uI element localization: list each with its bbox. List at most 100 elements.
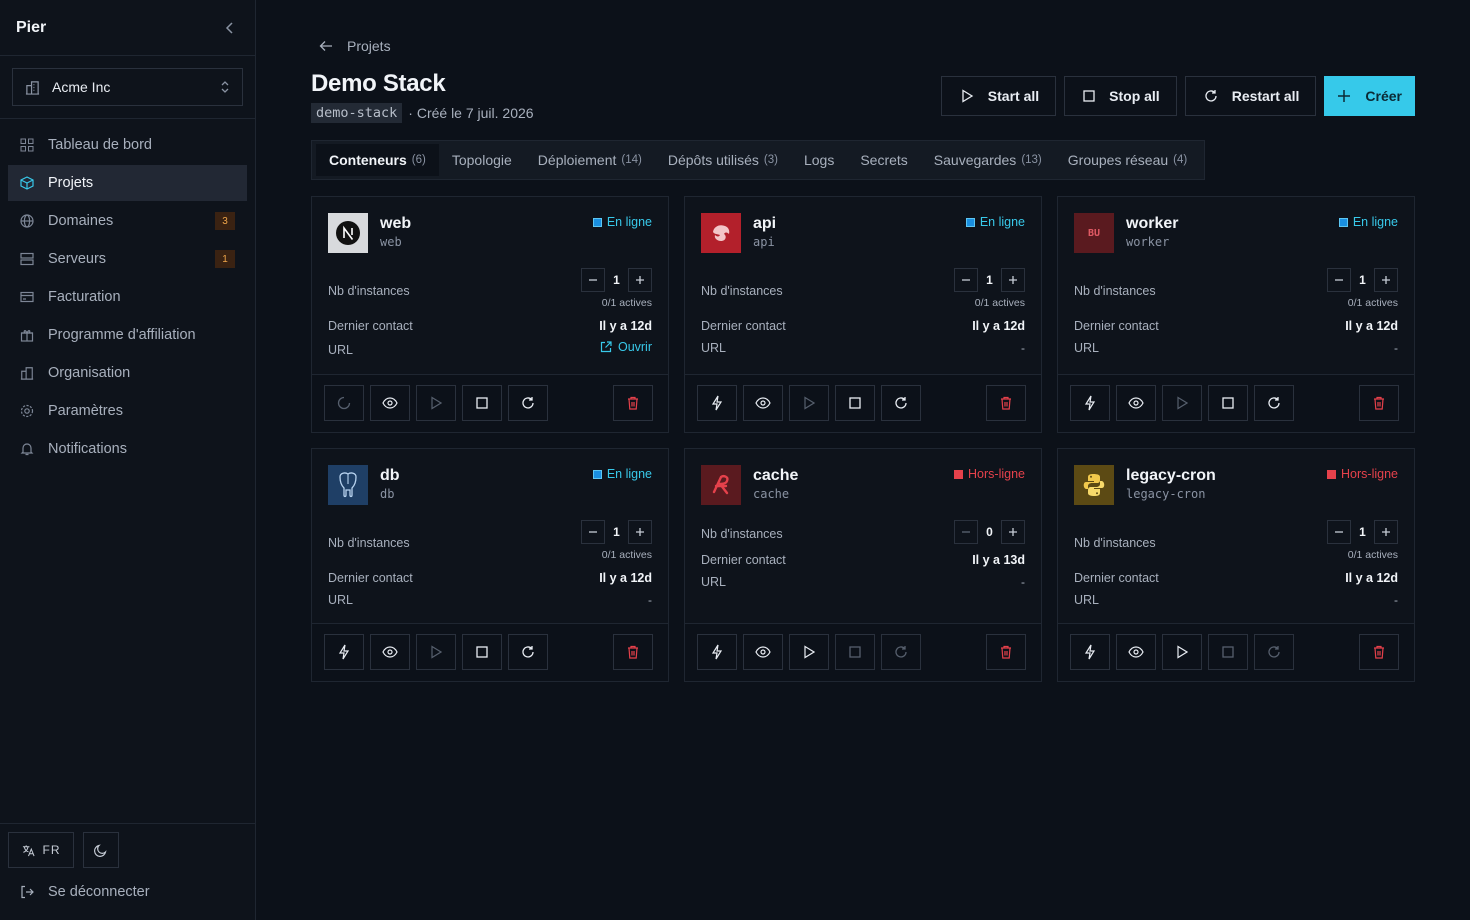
language-switch-button[interactable]: FR — [8, 832, 74, 868]
delete-button[interactable] — [986, 634, 1026, 670]
sidebar-item-label: Organisation — [48, 365, 131, 381]
view-button[interactable] — [370, 634, 410, 670]
external-link-icon — [600, 341, 612, 353]
instances-label: Nb d'instances — [1074, 536, 1156, 550]
url-label: URL — [328, 343, 354, 357]
logout-button[interactable]: Se déconnecter — [20, 884, 150, 900]
sidebar-item-dashboard[interactable]: Tableau de bord — [8, 127, 247, 163]
brand-logo: Pier — [16, 18, 47, 36]
increment-button[interactable] — [628, 268, 652, 292]
restart-button[interactable] — [1254, 634, 1294, 670]
play-icon — [1176, 645, 1188, 659]
status-label: Hors-ligne — [968, 467, 1025, 481]
sidebar-item-notifications[interactable]: Notifications — [8, 431, 247, 467]
status-dot — [592, 469, 602, 479]
view-button[interactable] — [743, 634, 783, 670]
last-contact-value: Il y a 12d — [599, 319, 652, 333]
increment-button[interactable] — [1374, 268, 1398, 292]
sidebar-item-affiliate[interactable]: Programme d'affiliation — [8, 317, 247, 353]
tab-containers[interactable]: Conteneurs (6) — [316, 144, 439, 176]
tab-topology[interactable]: Topologie — [439, 144, 525, 176]
tab-repositories[interactable]: Dépôts utilisés (3) — [655, 144, 791, 176]
page-title: Demo Stack — [311, 70, 446, 97]
decrement-button[interactable] — [581, 520, 605, 544]
tab-count: (4) — [1173, 154, 1188, 166]
tab-deployment[interactable]: Déploiement (14) — [525, 144, 655, 176]
start-button[interactable] — [1162, 634, 1202, 670]
view-button[interactable] — [1116, 385, 1156, 421]
instances-stepper: 1 — [581, 520, 652, 544]
sidebar-item-projects[interactable]: Projets — [8, 165, 247, 201]
delete-button[interactable] — [1359, 385, 1399, 421]
sidebar-item-billing[interactable]: Facturation — [8, 279, 247, 315]
status-dot — [1338, 217, 1348, 227]
org-switcher[interactable]: Acme Inc — [12, 68, 243, 106]
start-button[interactable] — [416, 634, 456, 670]
start-button[interactable] — [1162, 385, 1202, 421]
bell-icon — [20, 442, 34, 456]
status-badge: En ligne — [1338, 215, 1398, 229]
play-icon — [430, 645, 442, 659]
sidebar-item-servers[interactable]: Serveurs 1 — [8, 241, 247, 277]
play-icon — [803, 396, 815, 410]
tab-backups[interactable]: Sauvegardes (13) — [921, 144, 1055, 176]
restart-button[interactable] — [508, 385, 548, 421]
decrement-button[interactable] — [954, 268, 978, 292]
tab-logs[interactable]: Logs — [791, 144, 847, 176]
deploy-button[interactable] — [1070, 634, 1110, 670]
status-label: En ligne — [606, 467, 652, 481]
status-label: En ligne — [979, 215, 1025, 229]
eye-icon — [1128, 397, 1144, 409]
open-url-link[interactable]: Ouvrir — [600, 340, 652, 354]
loading-button[interactable] — [324, 385, 364, 421]
breadcrumb[interactable]: Projets — [319, 38, 391, 54]
sidebar-item-domains[interactable]: Domaines 3 — [8, 203, 247, 239]
restart-button[interactable] — [508, 634, 548, 670]
refresh-icon — [521, 396, 535, 410]
delete-button[interactable] — [1359, 634, 1399, 670]
decrement-button[interactable] — [954, 520, 978, 544]
stop-button[interactable] — [835, 634, 875, 670]
deploy-button[interactable] — [324, 634, 364, 670]
decrement-button[interactable] — [1327, 268, 1351, 292]
stop-button[interactable] — [835, 385, 875, 421]
stop-all-button[interactable]: Stop all — [1064, 76, 1177, 116]
decrement-button[interactable] — [1327, 520, 1351, 544]
collapse-sidebar-icon[interactable] — [225, 21, 235, 35]
start-button[interactable] — [789, 634, 829, 670]
create-button[interactable]: Créer — [1324, 76, 1415, 116]
actives-count: 0/1 actives — [1347, 549, 1398, 561]
view-button[interactable] — [743, 385, 783, 421]
stop-button[interactable] — [462, 634, 502, 670]
view-button[interactable] — [1116, 634, 1156, 670]
delete-button[interactable] — [613, 385, 653, 421]
start-button[interactable] — [789, 385, 829, 421]
view-button[interactable] — [370, 385, 410, 421]
tab-label: Dépôts utilisés — [667, 152, 759, 168]
start-all-button[interactable]: Start all — [940, 76, 1057, 116]
delete-button[interactable] — [613, 634, 653, 670]
deploy-button[interactable] — [1070, 385, 1110, 421]
deploy-button[interactable] — [697, 634, 737, 670]
sidebar-item-settings[interactable]: Paramètres — [8, 393, 247, 429]
restart-button[interactable] — [881, 385, 921, 421]
theme-toggle-button[interactable] — [83, 832, 119, 868]
tab-secrets[interactable]: Secrets — [847, 144, 920, 176]
delete-button[interactable] — [986, 385, 1026, 421]
play-icon — [960, 89, 974, 103]
increment-button[interactable] — [1001, 520, 1025, 544]
increment-button[interactable] — [1001, 268, 1025, 292]
deploy-button[interactable] — [697, 385, 737, 421]
stop-button[interactable] — [1208, 634, 1248, 670]
stop-button[interactable] — [1208, 385, 1248, 421]
decrement-button[interactable] — [581, 268, 605, 292]
start-button[interactable] — [416, 385, 456, 421]
increment-button[interactable] — [1374, 520, 1398, 544]
restart-button[interactable] — [881, 634, 921, 670]
sidebar-item-organisation[interactable]: Organisation — [8, 355, 247, 391]
restart-button[interactable] — [1254, 385, 1294, 421]
stop-button[interactable] — [462, 385, 502, 421]
tab-network-groups[interactable]: Groupes réseau (4) — [1055, 144, 1200, 176]
restart-all-button[interactable]: Restart all — [1184, 76, 1317, 116]
increment-button[interactable] — [628, 520, 652, 544]
